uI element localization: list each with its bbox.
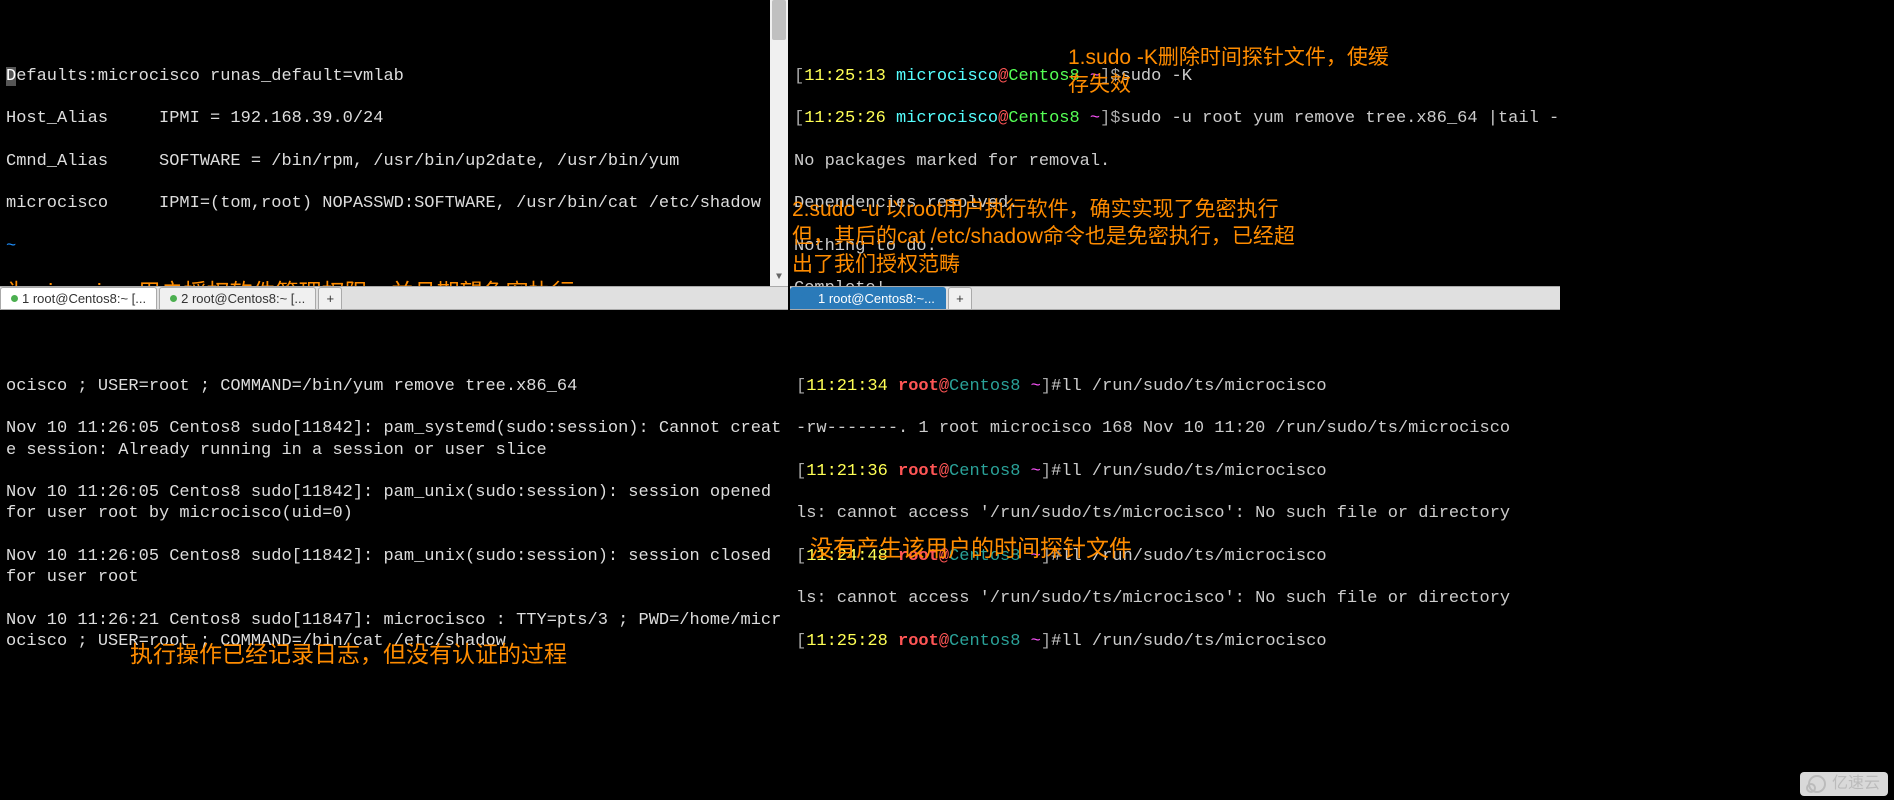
cmd-text: ll /run/sudo/ts/microcisco [1061, 632, 1326, 651]
annotation-bl: 执行操作已经记录日志，但没有认证的过程 [130, 640, 770, 670]
vim-tilde: ~ [6, 236, 782, 257]
sudoers-line-4: microcisco IPMI=(tom,root) NOPASSWD:SOFT… [6, 193, 782, 214]
status-dot-icon [170, 295, 177, 302]
pane-microcisco-shell: [11:25:13 microcisco@Centos8 ~]$sudo -K … [788, 0, 1558, 286]
pane-sudoers-vim: Defaults:microcisco runas_default=vmlab … [0, 0, 788, 286]
prompt-line[interactable]: [11:21:36 root@Centos8 ~]#ll /run/sudo/t… [796, 461, 1554, 482]
log-line: Nov 10 11:26:21 Centos8 sudo[11847]: pam… [6, 673, 782, 674]
pane-syslog: ocisco ; USER=root ; COMMAND=/bin/yum re… [0, 310, 788, 674]
vim-cursor-char: D [6, 67, 16, 86]
log-line: Nov 10 11:26:05 Centos8 sudo[11842]: pam… [6, 418, 782, 461]
tab-root-2[interactable]: 2 root@Centos8:~ [... [159, 287, 316, 309]
log-line: Nov 10 11:26:05 Centos8 sudo[11842]: pam… [6, 482, 782, 525]
log-line: ocisco ; USER=root ; COMMAND=/bin/yum re… [6, 376, 782, 397]
annotation-tr-2: 2.sudo -u 以root用户执行软件，确实实现了免密执行但，其后的cat … [792, 196, 1552, 278]
annotation-tr-1: 1.sudo -K删除时间探针文件，使缓存失效 [1068, 44, 1548, 99]
sudoers-line-1: Defaults:microcisco runas_default=vmlab [6, 66, 782, 87]
watermark: 亿速云 [1800, 772, 1888, 796]
new-tab-button[interactable]: + [948, 287, 972, 309]
new-tab-button[interactable]: + [318, 287, 342, 309]
cmd-text: ll /run/sudo/ts/microcisco [1061, 377, 1326, 396]
pane-root-shell: [11:21:34 root@Centos8 ~]#ll /run/sudo/t… [790, 310, 1560, 674]
output-line: -rw-------. 1 root microcisco 168 Nov 10… [796, 418, 1554, 439]
watermark-text: 亿速云 [1832, 774, 1880, 794]
scrollbar-tl[interactable]: ▲ ▼ [770, 0, 788, 286]
log-line: Nov 10 11:26:05 Centos8 sudo[11842]: pam… [6, 546, 782, 589]
output-line: No packages marked for removal. [794, 151, 1552, 172]
annotation-br: 没有产生该用户的时间探针文件 [810, 534, 1132, 564]
scroll-thumb[interactable] [772, 0, 786, 40]
tab-root-1[interactable]: 1 root@Centos8:~ [... [0, 287, 157, 309]
sudoers-line-3: Cmnd_Alias SOFTWARE = /bin/rpm, /usr/bin… [6, 151, 782, 172]
prompt-line[interactable]: [11:25:28 root@Centos8 ~]#ll /run/sudo/t… [796, 631, 1554, 652]
prompt-line[interactable]: [11:21:34 root@Centos8 ~]#ll /run/sudo/t… [796, 376, 1554, 397]
info-icon: ⓘ [801, 288, 814, 310]
tab-root-1[interactable]: ⓘ1 root@Centos8:~... [790, 287, 946, 309]
output-line: Complete! [794, 278, 1552, 286]
watermark-icon [1808, 775, 1826, 793]
plus-icon: + [956, 288, 964, 310]
cmd-text: sudo -u root yum remove tree.x86_64 |tai… [1121, 109, 1559, 128]
annotation-tl-1: 为microcisco用户授权软件管理权限，并且期望免密执行 [6, 278, 782, 286]
tabbar-right: ⓘ1 root@Centos8:~... + [790, 286, 1560, 310]
status-dot-icon [11, 295, 18, 302]
plus-icon: + [326, 288, 334, 310]
scroll-down-icon[interactable]: ▼ [772, 272, 786, 286]
error-line: ls: cannot access '/run/sudo/ts/microcis… [796, 673, 1554, 674]
error-line: ls: cannot access '/run/sudo/ts/microcis… [796, 588, 1554, 609]
error-line: ls: cannot access '/run/sudo/ts/microcis… [796, 503, 1554, 524]
tabbar-left: 1 root@Centos8:~ [... 2 root@Centos8:~ [… [0, 286, 788, 310]
sudoers-line-2: Host_Alias IPMI = 192.168.39.0/24 [6, 108, 782, 129]
prompt-line[interactable]: [11:25:26 microcisco@Centos8 ~]$sudo -u … [794, 108, 1552, 129]
cmd-text: ll /run/sudo/ts/microcisco [1061, 462, 1326, 481]
